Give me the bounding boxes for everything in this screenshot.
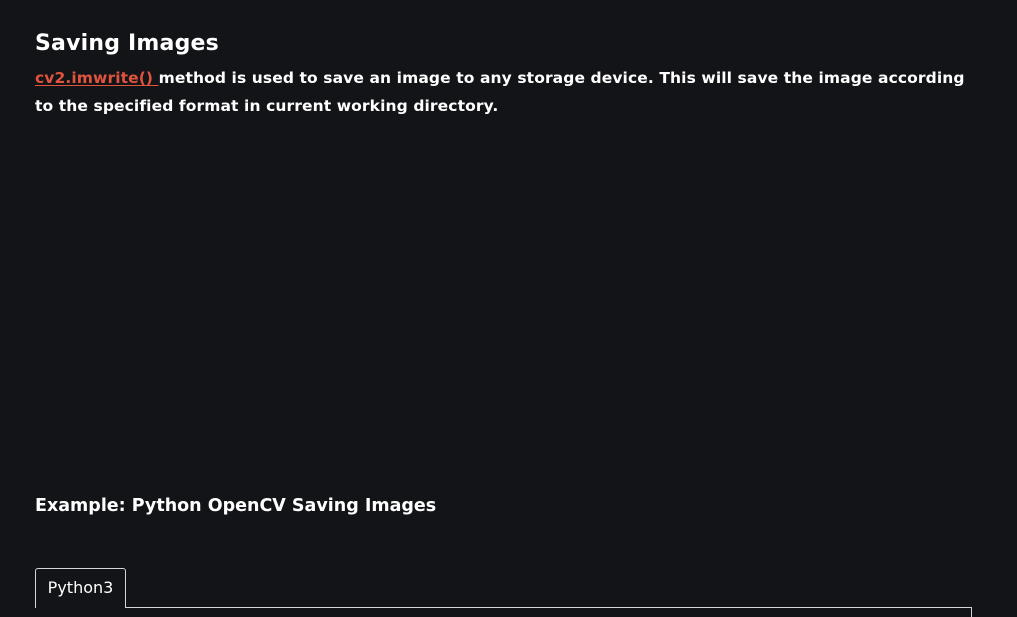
blank-ad-area (35, 130, 970, 470)
imwrite-link[interactable]: cv2.imwrite() (35, 69, 159, 87)
intro-paragraph: cv2.imwrite() method is used to save an … (35, 64, 970, 120)
tab-bar-divider (35, 607, 972, 608)
code-tab-bar: Python3 (35, 568, 972, 617)
section-title: Saving Images (35, 31, 219, 56)
intro-text: method is used to save an image to any s… (35, 69, 965, 115)
tab-python3[interactable]: Python3 (35, 568, 126, 608)
code-box-right-edge (971, 607, 972, 617)
example-title: Example: Python OpenCV Saving Images (35, 496, 437, 516)
article-page: Saving Images cv2.imwrite() method is us… (0, 0, 1017, 617)
